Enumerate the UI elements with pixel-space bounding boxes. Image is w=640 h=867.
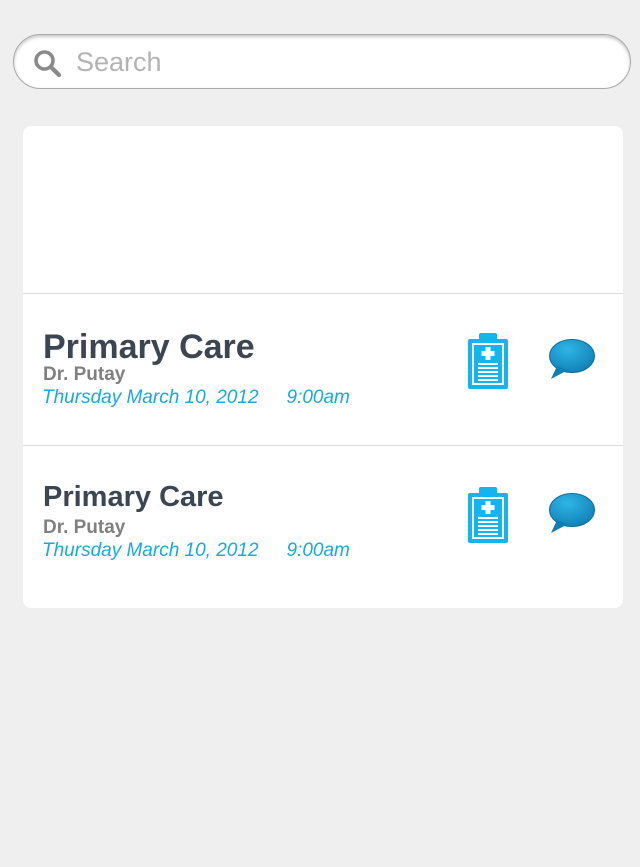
appointment-date: Thursday March 10, 2012 — [42, 540, 259, 561]
search-input[interactable] — [76, 44, 596, 80]
search-bar[interactable] — [13, 34, 631, 89]
appointment-doctor: Dr. Putay — [43, 364, 126, 385]
search-icon — [33, 49, 63, 79]
appointment-time: 9:00am — [286, 387, 350, 408]
clipboard-medical-icon[interactable] — [467, 486, 509, 544]
appointment-doctor: Dr. Putay — [43, 517, 126, 538]
chat-bubble-icon[interactable] — [548, 492, 596, 536]
chat-bubble-icon[interactable] — [548, 338, 596, 382]
appointment-datetime: Thursday March 10, 2012 9:00am — [42, 540, 350, 562]
appointment-datetime: Thursday March 10, 2012 9:00am — [42, 387, 350, 409]
appointment-row[interactable]: Primary Care Dr. Putay Thursday March 10… — [23, 294, 623, 446]
appointment-row[interactable]: Primary Care Dr. Putay Thursday March 10… — [23, 446, 623, 597]
appointment-title: Primary Care — [43, 328, 255, 366]
appointment-title: Primary Care — [43, 481, 224, 513]
appointment-time: 9:00am — [286, 540, 350, 561]
appointment-date: Thursday March 10, 2012 — [42, 387, 259, 408]
appointments-card: Primary Care Dr. Putay Thursday March 10… — [23, 126, 623, 608]
card-header-area — [23, 126, 623, 294]
clipboard-medical-icon[interactable] — [467, 332, 509, 390]
